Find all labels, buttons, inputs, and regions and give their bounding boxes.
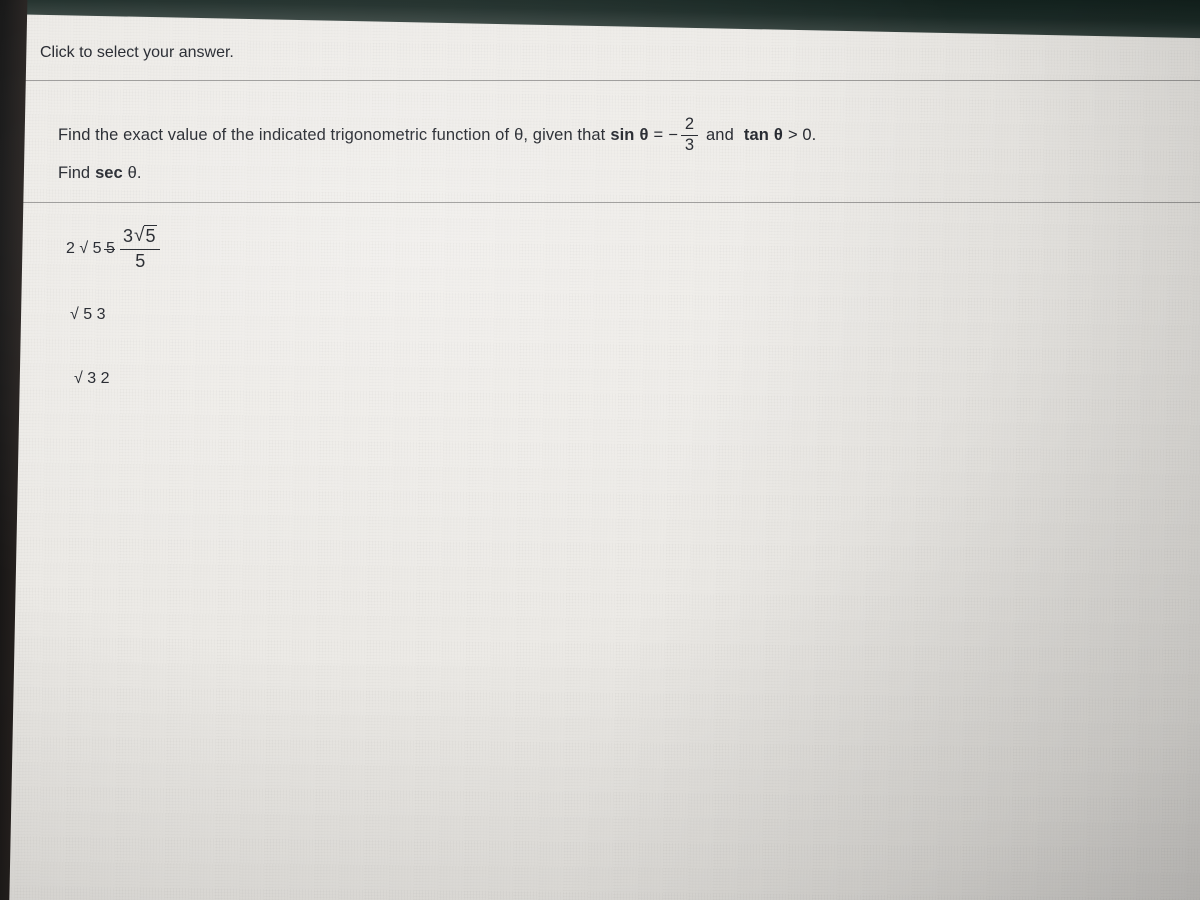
subprompt-theta: θ [127,164,137,182]
fraction-denominator: 3 [684,136,695,155]
answer-choice-4[interactable]: 3 √ 5 5 [78,220,161,278]
choice-2-denominator: 3 [96,306,106,323]
subprompt-find-label: Find [58,164,91,182]
equals-sign: = [653,126,664,145]
divider-top [0,80,1200,81]
choice-4-coefficient: 3 [123,225,134,246]
choice-4-fraction: 3 √ 5 5 [120,224,161,272]
choice-3-fraction: √ 3 2 [74,370,110,387]
answer-choice-2[interactable]: √ 5 3 [70,286,106,344]
choice-3-radical-sign: √ [74,370,83,387]
square-root-icon: √ 5 [70,306,97,323]
tan-label: tan [743,126,769,145]
sin-label: sin [610,126,635,145]
prompt-text-part1: Find the exact value of the indicated tr… [58,126,510,145]
choice-4-radical-sign: √ [134,224,145,246]
square-root-icon: √ 3 [74,370,101,387]
choice-1-coefficient: 2 [66,240,75,257]
choice-3-numerator: √ 3 [74,370,101,387]
choice-4-minus-sign [104,249,115,250]
photo-of-screen: Find the exact value of the indicated tr… [0,0,1200,900]
choice-3-radicand: 3 [87,370,97,387]
subprompt-period: . [136,164,142,182]
subprompt-function-label: sec [95,164,123,182]
choice-2-radicand: 5 [83,306,93,323]
fraction-numerator: 2 [684,115,695,133]
choice-4-radicand: 5 [144,224,158,247]
choice-4-fraction-bar [120,249,161,251]
prompt-text-part2: , given that [523,126,606,145]
choice-3-denominator: 2 [100,370,110,387]
prompt-theta-1: θ [514,126,524,145]
divider-middle [0,202,1200,203]
choice-2-radical-sign: √ [70,306,79,323]
tan-inequality: > 0. [787,126,817,145]
prompt-theta-3: θ [773,126,783,145]
and-label: and [706,126,734,145]
choice-2-fraction: √ 5 3 [70,306,106,323]
answer-choice-4-value: 3 √ 5 5 [104,224,161,272]
prompt-theta-2: θ [639,126,649,145]
square-root-icon: √ 5 [134,224,158,248]
quiz-page: Find the exact value of the indicated tr… [0,44,1200,900]
choice-4-numerator: 3 √ 5 [120,224,160,248]
answer-choice-2-value: √ 5 3 [70,306,106,324]
sin-value-fraction: 2 3 [681,115,699,155]
instruction-note: Click to select your answer. [40,44,234,61]
prompt-minus-sign: − [668,126,679,145]
answer-choice-3[interactable]: √ 3 2 [74,350,110,408]
question-subprompt: Find sec θ. [58,164,141,183]
choice-4-denominator: 5 [135,251,146,272]
answer-choice-3-value: √ 3 2 [74,370,110,388]
question-prompt: Find the exact value of the indicated tr… [58,115,817,155]
choice-2-numerator: √ 5 [70,306,97,323]
